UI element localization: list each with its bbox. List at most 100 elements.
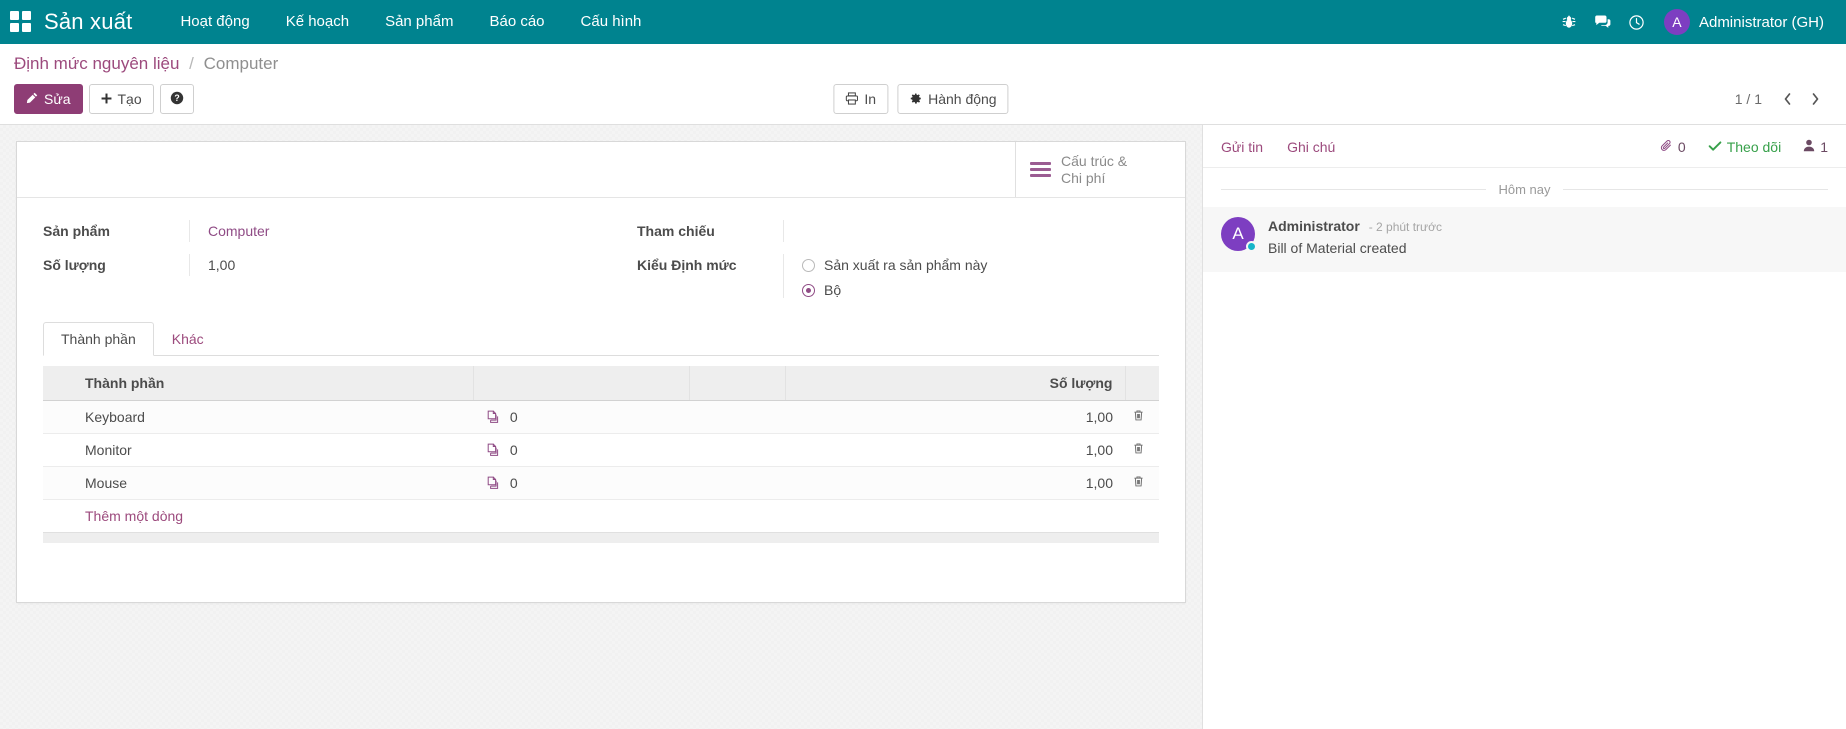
- pager-next-button[interactable]: [1802, 86, 1828, 112]
- cell-component[interactable]: Monitor: [73, 433, 474, 467]
- edit-button-label: Sửa: [44, 91, 71, 107]
- add-line-cell: Thêm một dòng: [73, 499, 1159, 532]
- cell-blank[interactable]: [689, 433, 786, 467]
- form-field-groups: Sản phẩm Computer Số lượng 1,00 Tham chi…: [43, 220, 1159, 304]
- apps-grid-icon[interactable]: [10, 11, 32, 33]
- main-menu: Hoạt động Kế hoạch Sản phẩm Báo cáo Cấu …: [162, 0, 659, 44]
- menu-item-configuration[interactable]: Cấu hình: [563, 0, 660, 44]
- cell-copy-count: 0: [509, 475, 518, 491]
- cell-blank[interactable]: [689, 466, 786, 500]
- copy-files-icon[interactable]: [486, 410, 500, 424]
- gear-icon: [909, 92, 922, 107]
- menu-item-reporting[interactable]: Báo cáo: [471, 0, 562, 44]
- top-navbar: Sản xuất Hoạt động Kế hoạch Sản phẩm Báo…: [0, 0, 1846, 44]
- cell-quantity[interactable]: 1,00: [785, 400, 1125, 434]
- th-blank-2[interactable]: [689, 366, 787, 401]
- tab-components[interactable]: Thành phần: [43, 322, 154, 356]
- tab-other[interactable]: Khác: [154, 322, 222, 356]
- form-sheet-body: Sản phẩm Computer Số lượng 1,00 Tham chi…: [17, 198, 1185, 561]
- copy-files-icon[interactable]: [486, 443, 500, 457]
- print-button[interactable]: In: [833, 84, 889, 114]
- clock-icon[interactable]: [1620, 0, 1654, 44]
- list-lines-icon: [1030, 162, 1051, 177]
- components-table: Thành phần Số lượng Keyboard 0 1,00 Moni…: [43, 366, 1159, 532]
- trash-icon[interactable]: [1132, 409, 1145, 422]
- trash-icon[interactable]: [1132, 442, 1145, 455]
- day-separator: Hôm nay: [1203, 168, 1846, 207]
- control-panel-buttons-row: Sửa Tạo ? In Hành động 1 / 1: [14, 84, 1828, 114]
- printer-icon: [845, 91, 858, 107]
- components-table-body: Keyboard 0 1,00 Monitor 0 1,00 Mouse 0 1…: [43, 400, 1159, 532]
- cell-copy: 0: [473, 400, 690, 434]
- field-reference-value[interactable]: [783, 220, 1129, 242]
- help-button[interactable]: ?: [159, 84, 194, 114]
- row-handle[interactable]: [43, 466, 73, 500]
- bug-icon[interactable]: [1552, 0, 1586, 44]
- breadcrumb-root[interactable]: Định mức nguyên liệu: [14, 54, 179, 73]
- th-component[interactable]: Thành phần: [73, 366, 475, 401]
- row-handle[interactable]: [43, 433, 73, 467]
- user-icon: [1803, 139, 1815, 155]
- menu-item-planning[interactable]: Kế hoạch: [268, 0, 367, 44]
- message-timestamp: - 2 phút trước: [1368, 220, 1442, 234]
- radio-option-kit[interactable]: Bộ: [802, 282, 1129, 298]
- row-handle[interactable]: [43, 400, 73, 434]
- menu-item-operations[interactable]: Hoạt động: [162, 0, 267, 44]
- radio-icon-unchecked[interactable]: [802, 258, 815, 272]
- create-button[interactable]: Tạo: [88, 84, 154, 114]
- radio-option-manufacture[interactable]: Sản xuất ra sản phẩm này: [802, 257, 1129, 273]
- chatter-panel: Gửi tin Ghi chú 0 Theo dõi 1 Hôm nay A A…: [1202, 125, 1846, 729]
- create-button-label: Tạo: [117, 91, 142, 107]
- log-note-button[interactable]: Ghi chú: [1287, 139, 1335, 155]
- edit-button[interactable]: Sửa: [14, 84, 83, 114]
- send-message-button[interactable]: Gửi tin: [1221, 139, 1263, 155]
- cell-delete: [1125, 433, 1159, 467]
- th-blank-1[interactable]: [473, 366, 690, 401]
- th-handle: [43, 366, 73, 401]
- th-delete: [1125, 366, 1159, 401]
- chat-icon[interactable]: [1586, 0, 1620, 44]
- user-menu[interactable]: A Administrator (GH): [1654, 0, 1828, 44]
- breadcrumb-current: Computer: [203, 54, 279, 73]
- message-item: A Administrator - 2 phút trước Bill of M…: [1203, 207, 1846, 272]
- cell-quantity[interactable]: 1,00: [785, 466, 1125, 500]
- followers-counter[interactable]: 1: [1803, 139, 1828, 155]
- cell-copy: 0: [473, 466, 690, 500]
- add-line-row[interactable]: Thêm một dòng: [43, 499, 1159, 532]
- follow-button[interactable]: Theo dõi: [1708, 139, 1781, 155]
- radio-icon-checked[interactable]: [802, 283, 815, 297]
- table-row[interactable]: Keyboard 0 1,00: [43, 400, 1159, 434]
- table-row[interactable]: Mouse 0 1,00: [43, 466, 1159, 500]
- app-brand-title[interactable]: Sản xuất: [44, 9, 132, 35]
- cell-quantity[interactable]: 1,00: [785, 433, 1125, 467]
- th-quantity[interactable]: Số lượng: [785, 366, 1126, 401]
- stat-button-structure-cost[interactable]: Cấu trúc & Chi phí: [1015, 142, 1185, 197]
- question-circle-icon: ?: [170, 91, 184, 107]
- pager-previous-button[interactable]: [1774, 86, 1800, 112]
- field-bom-type-options: Sản xuất ra sản phẩm này Bộ: [783, 254, 1129, 298]
- components-table-head: Thành phần Số lượng: [43, 366, 1159, 401]
- cell-component[interactable]: Keyboard: [73, 400, 474, 434]
- cell-component[interactable]: Mouse: [73, 466, 474, 500]
- add-a-line-button[interactable]: Thêm một dòng: [85, 508, 183, 524]
- attachment-counter[interactable]: 0: [1660, 139, 1686, 155]
- avatar-initial: A: [1232, 224, 1244, 243]
- follower-count-label: 1: [1820, 139, 1828, 155]
- field-quantity-value[interactable]: 1,00: [189, 254, 571, 276]
- cell-copy-count: 0: [509, 409, 518, 425]
- table-row[interactable]: Monitor 0 1,00: [43, 433, 1159, 467]
- online-status-icon: [1246, 241, 1257, 252]
- action-button[interactable]: Hành động: [897, 84, 1009, 114]
- trash-icon[interactable]: [1132, 475, 1145, 488]
- avatar: A: [1663, 9, 1690, 35]
- stat-button-label: Cấu trúc & Chi phí: [1061, 152, 1128, 186]
- copy-files-icon[interactable]: [486, 476, 500, 490]
- field-reference-label: Tham chiếu: [637, 223, 715, 239]
- cell-copy: 0: [473, 433, 690, 467]
- message-thread: Hôm nay A Administrator - 2 phút trước B…: [1203, 168, 1846, 282]
- field-product-value[interactable]: Computer: [189, 220, 571, 242]
- attachment-count-label: 0: [1677, 139, 1686, 155]
- pager-counter: 1 / 1: [1734, 91, 1762, 107]
- menu-item-products[interactable]: Sản phẩm: [367, 0, 471, 44]
- cell-blank[interactable]: [689, 400, 786, 434]
